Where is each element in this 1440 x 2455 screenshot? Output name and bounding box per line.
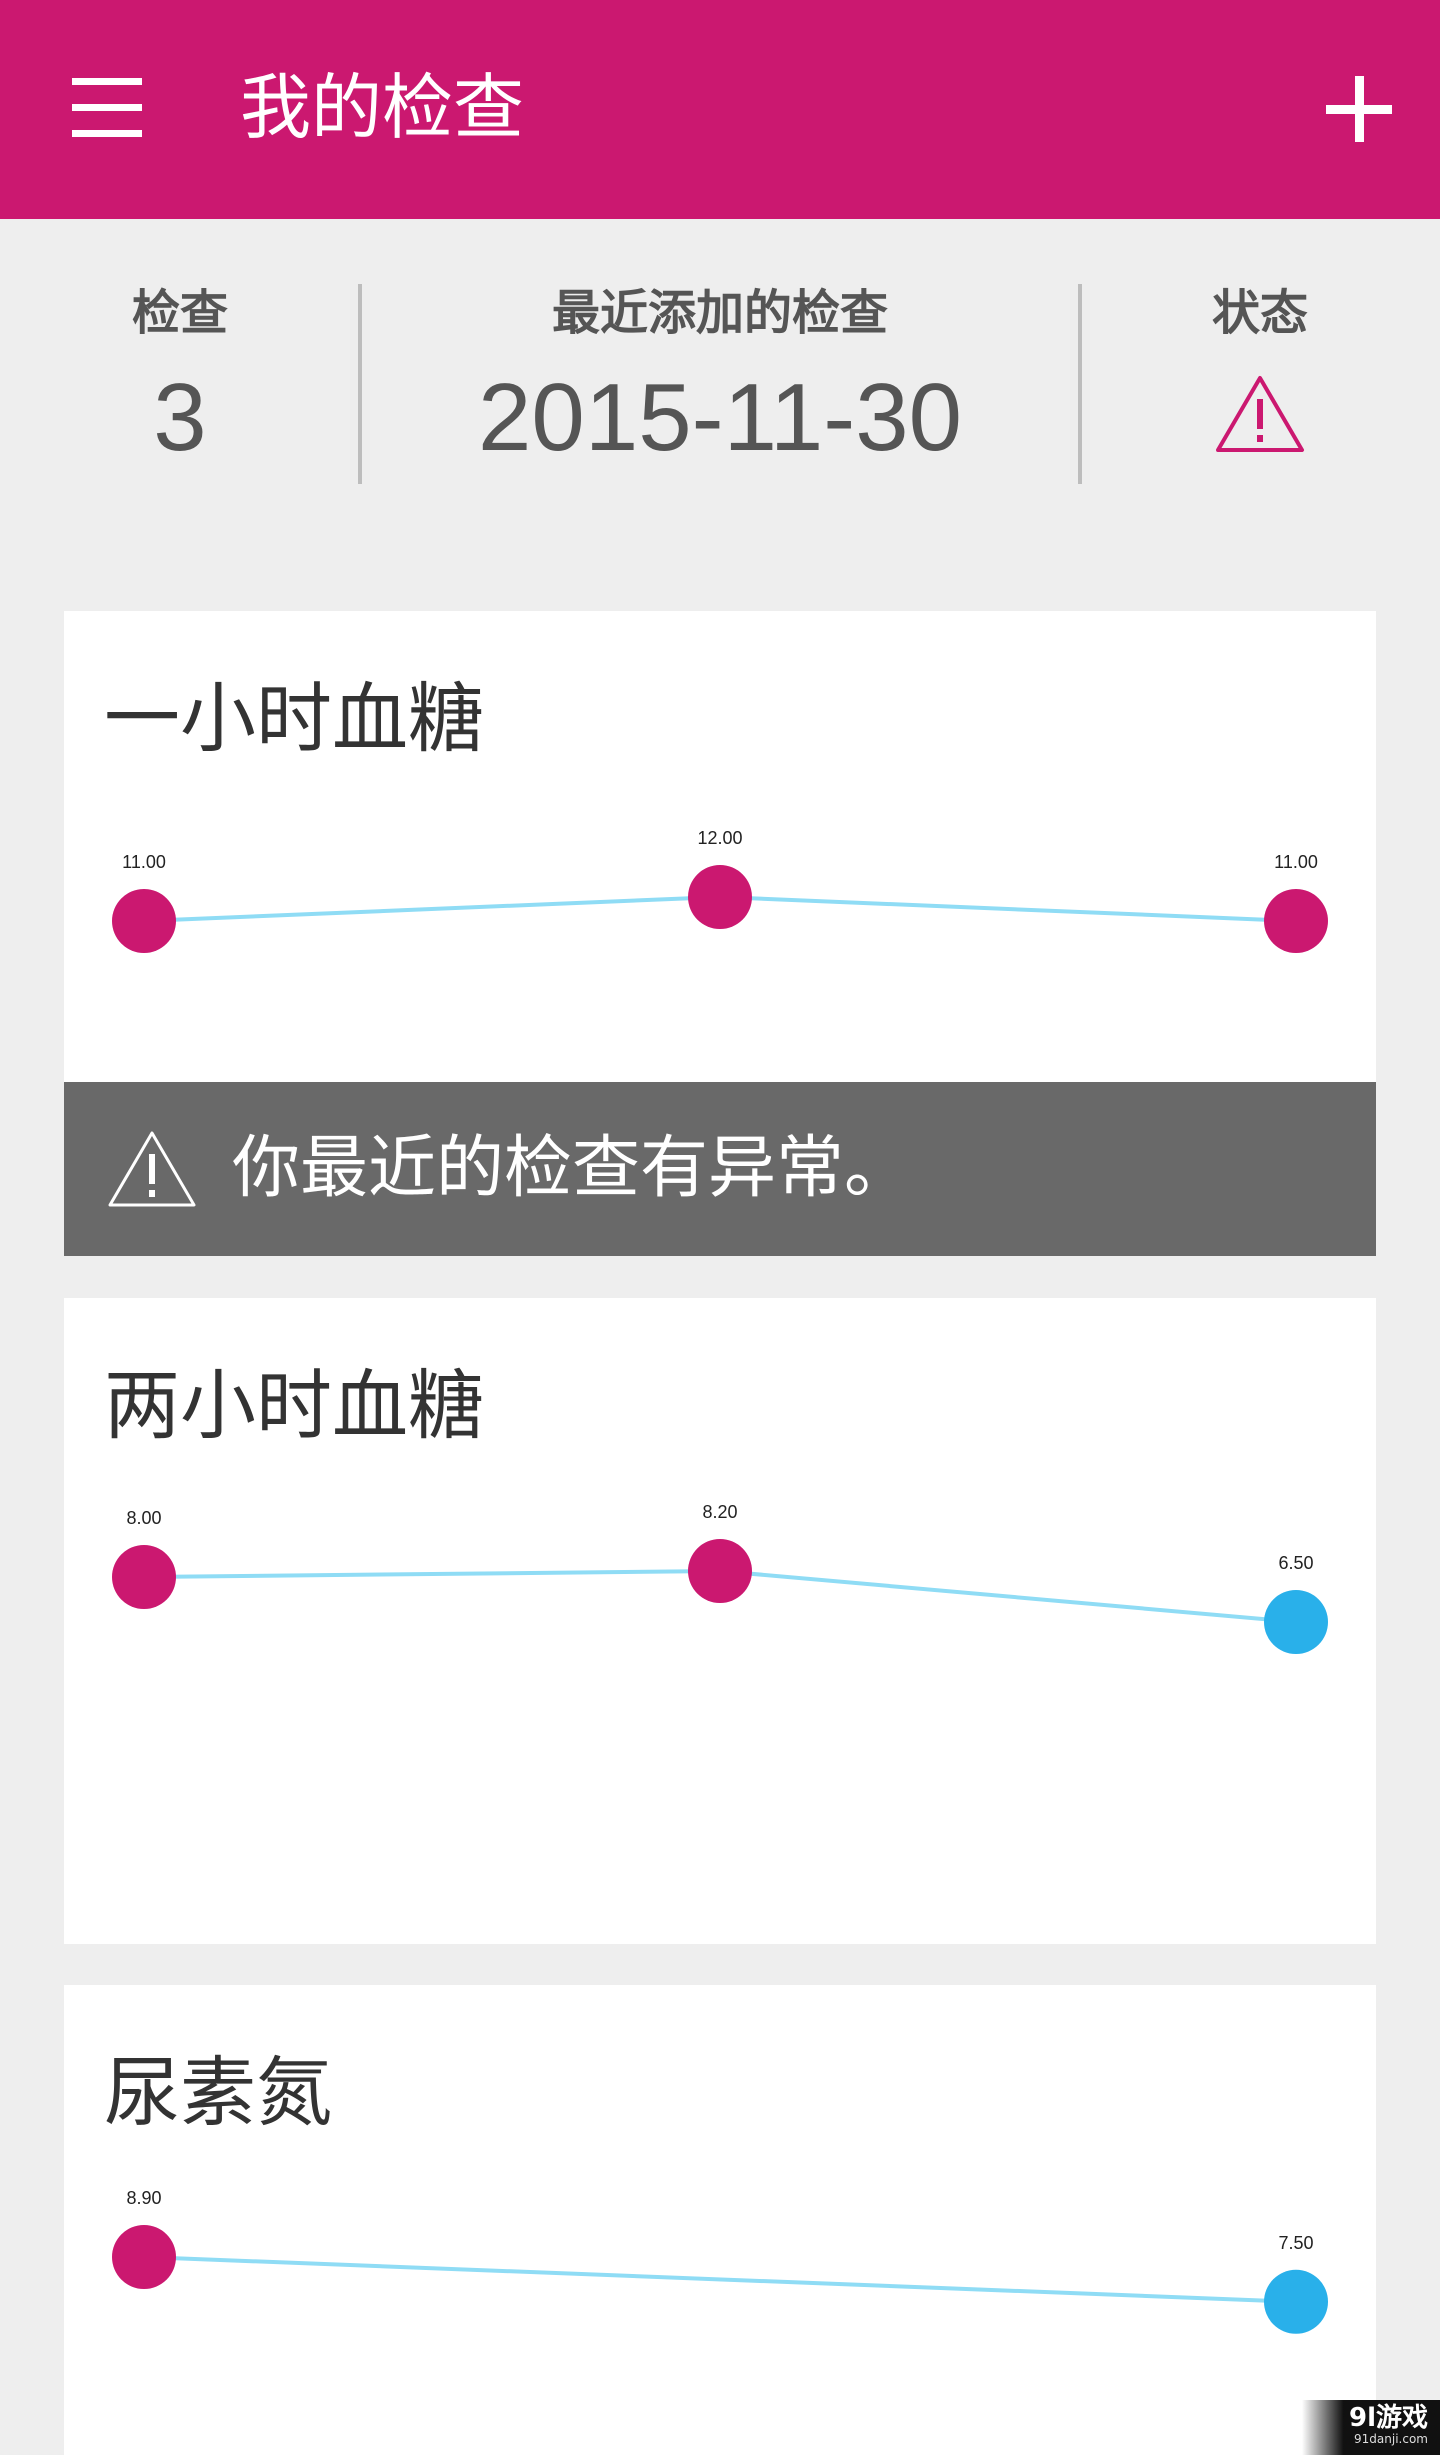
checks-count-block: 检查 3 [80, 283, 280, 473]
status-label: 状态 [1211, 285, 1308, 341]
line-chart: 8.90 7.50 [112, 2188, 1328, 2334]
warning-triangle-icon [1160, 373, 1360, 459]
data-label: 7.50 [1278, 2233, 1313, 2253]
warning-triangle-icon [106, 1128, 198, 1214]
site-watermark: 9l游戏 91danji.com [1302, 2400, 1440, 2455]
data-point[interactable] [112, 1545, 176, 1609]
status-block: 状态 [1160, 283, 1360, 459]
recent-check-date: 2015-11-30 [478, 364, 962, 471]
line-chart: 8.00 8.20 6.50 [112, 1502, 1328, 1654]
data-label: 8.00 [126, 1508, 161, 1528]
divider [1078, 284, 1082, 484]
watermark-url: 91danji.com [1354, 2432, 1428, 2446]
series-line [143, 2255, 1297, 2304]
app-bar: 我的检查 [0, 0, 1440, 219]
summary-panel: 检查 3 最近添加的检查 2015-11-30 状态 [0, 219, 1440, 559]
data-point[interactable] [1264, 1590, 1328, 1654]
series-line [143, 1569, 721, 1579]
data-point[interactable] [112, 2225, 176, 2289]
plus-icon[interactable] [1320, 70, 1400, 150]
data-label: 11.00 [122, 852, 166, 872]
abnormal-alert-banner[interactable]: 你最近的检查有异常。 [64, 1082, 1376, 1256]
check-card-2h-glucose[interactable]: 两小时血糖 8.00 8.20 6.50 [64, 1298, 1376, 1944]
series-line [719, 895, 1297, 923]
data-point[interactable] [1264, 889, 1328, 953]
data-label: 8.90 [126, 2188, 161, 2208]
data-label: 8.20 [702, 1502, 737, 1522]
data-point[interactable] [1264, 2269, 1328, 2334]
watermark-logo: 9l游戏 [1348, 2403, 1428, 2433]
data-point[interactable] [688, 865, 752, 929]
hamburger-menu-icon[interactable] [68, 78, 146, 138]
data-point[interactable] [688, 1539, 752, 1603]
series-line [143, 895, 721, 923]
data-label: 11.00 [1274, 852, 1318, 872]
line-chart: 11.00 12.00 11.00 [112, 828, 1328, 953]
data-label: 12.00 [697, 828, 742, 848]
checks-label: 检查 [131, 285, 228, 341]
alert-text: 你最近的检查有异常。 [232, 1129, 913, 1208]
recent-check-block: 最近添加的检查 2015-11-30 [400, 283, 1040, 473]
page-title: 我的检查 [240, 66, 525, 149]
check-card-1h-glucose[interactable]: 一小时血糖 11.00 12.00 11.00 [64, 611, 1376, 1082]
divider [358, 284, 362, 484]
data-point[interactable] [112, 889, 176, 953]
data-label: 6.50 [1278, 1553, 1313, 1573]
checks-value: 3 [153, 364, 207, 471]
recent-check-label: 最近添加的检查 [551, 285, 888, 341]
check-card-urea-nitrogen[interactable]: 尿素氮 8.90 7.50 [64, 1985, 1376, 2455]
series-line [719, 1569, 1297, 1624]
